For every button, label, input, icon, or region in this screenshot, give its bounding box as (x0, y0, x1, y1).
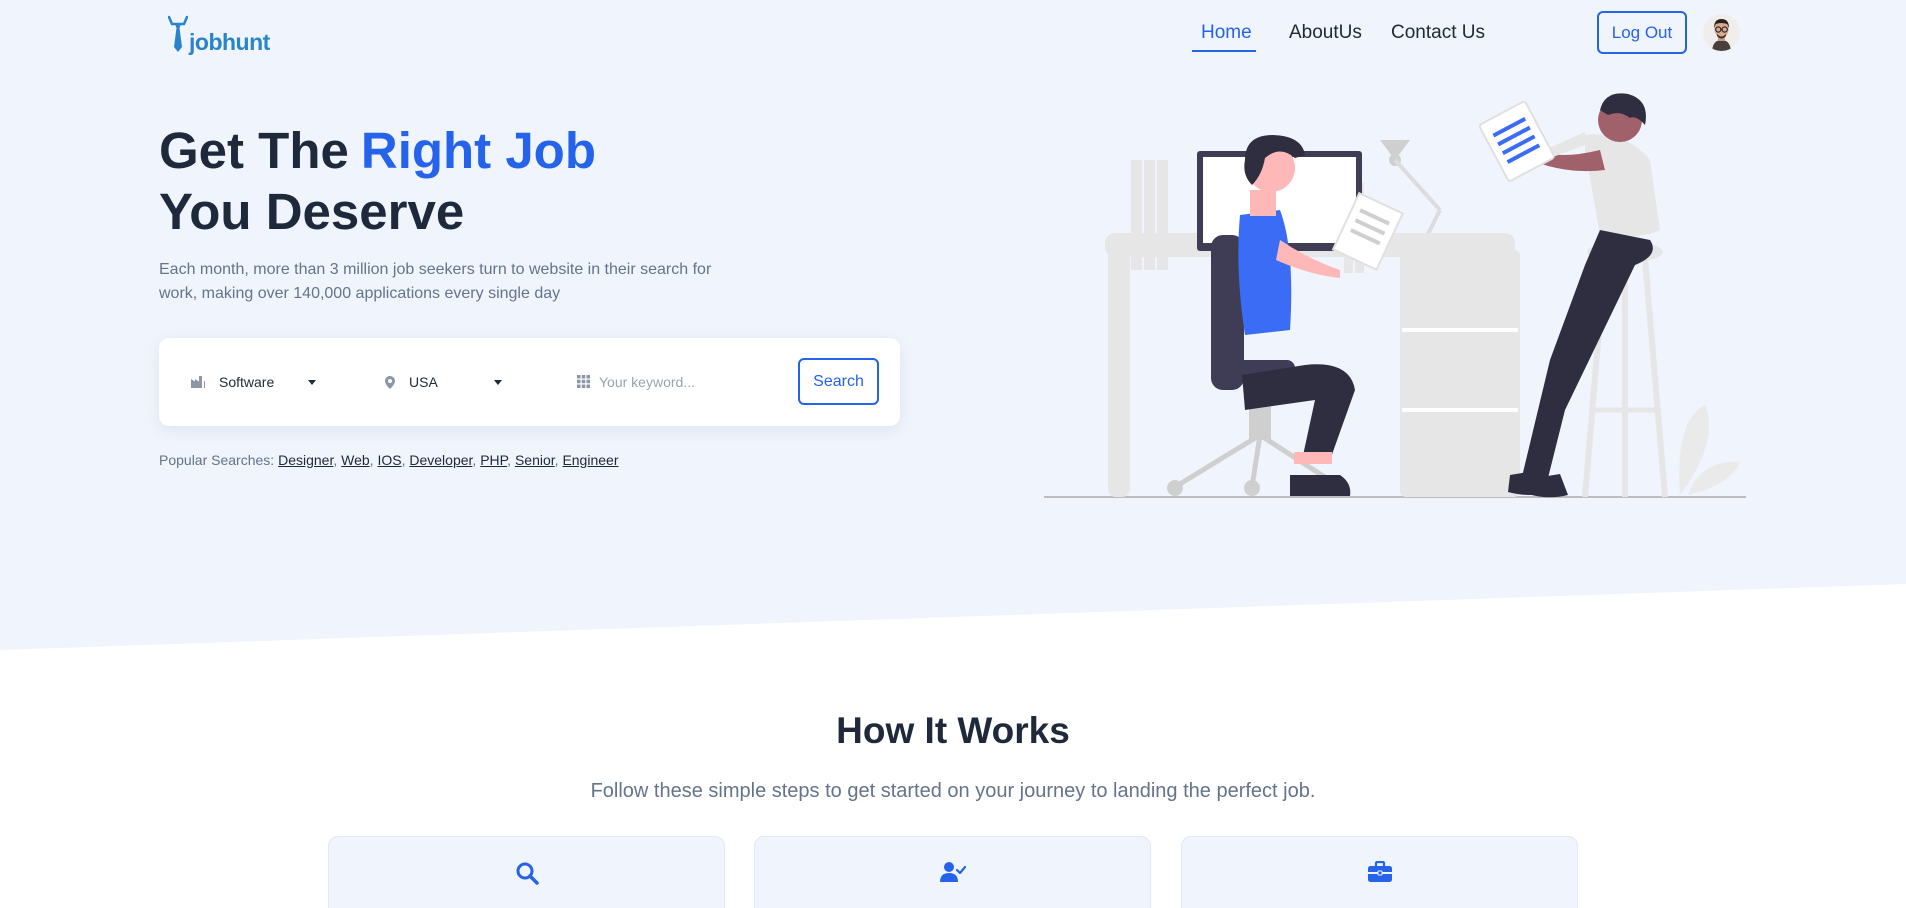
user-avatar[interactable] (1703, 14, 1740, 51)
category-value: Software (219, 374, 275, 390)
logo-text: jobhunt (189, 29, 270, 55)
how-it-works-title: How It Works (836, 710, 1070, 751)
grid-icon (577, 375, 590, 388)
how-it-works-subtitle: Follow these simple steps to get started… (590, 780, 1316, 802)
user-check-icon (939, 862, 966, 882)
industry-icon (191, 376, 205, 388)
popular-searches: Popular Searches: Designer, Web, IOS, De… (159, 452, 619, 468)
search-icon (516, 862, 539, 885)
category-select[interactable]: Software (191, 338, 341, 426)
logout-button[interactable]: Log Out (1597, 11, 1687, 54)
hero-title-accent: Right Job (360, 122, 596, 179)
nav-home[interactable]: Home (1201, 22, 1252, 44)
nav-about-us[interactable]: AboutUs (1289, 22, 1362, 44)
user-avatar-icon (1703, 14, 1740, 51)
job-search-form: Software USA Search (159, 338, 900, 426)
popular-searches-label: Popular Searches: (159, 452, 275, 468)
step-card-apply (754, 836, 1151, 908)
popular-search-link[interactable]: PHP (480, 452, 507, 468)
popular-search-link[interactable]: IOS (377, 452, 401, 468)
search-button[interactable]: Search (798, 358, 879, 405)
popular-search-link[interactable]: Senior (515, 452, 555, 468)
hero-description: Each month, more than 3 million job seek… (159, 261, 712, 302)
popular-search-link[interactable]: Designer (278, 452, 333, 468)
step-card-hired (1181, 836, 1578, 908)
location-value: USA (409, 374, 438, 390)
hero-title-part1: Get The (159, 122, 349, 179)
map-pin-icon (385, 375, 395, 389)
chevron-down-icon (493, 379, 502, 385)
hero-title: Get The Right Job You Deserve (159, 120, 596, 242)
popular-search-link[interactable]: Developer (409, 452, 472, 468)
briefcase-icon (1367, 861, 1392, 882)
popular-search-link[interactable]: Engineer (562, 452, 618, 468)
nav-contact-us[interactable]: Contact Us (1391, 22, 1485, 44)
nav-active-indicator (1192, 50, 1256, 52)
step-card-search (328, 836, 725, 908)
logo[interactable]: jobhunt (168, 14, 270, 54)
hero-illustration (1044, 93, 1746, 498)
popular-search-link[interactable]: Web (341, 452, 370, 468)
tie-icon (168, 15, 188, 52)
hero-title-part2: You Deserve (159, 183, 465, 240)
chevron-down-icon (308, 379, 317, 385)
location-select[interactable]: USA (385, 338, 525, 426)
keyword-input[interactable] (599, 368, 789, 396)
